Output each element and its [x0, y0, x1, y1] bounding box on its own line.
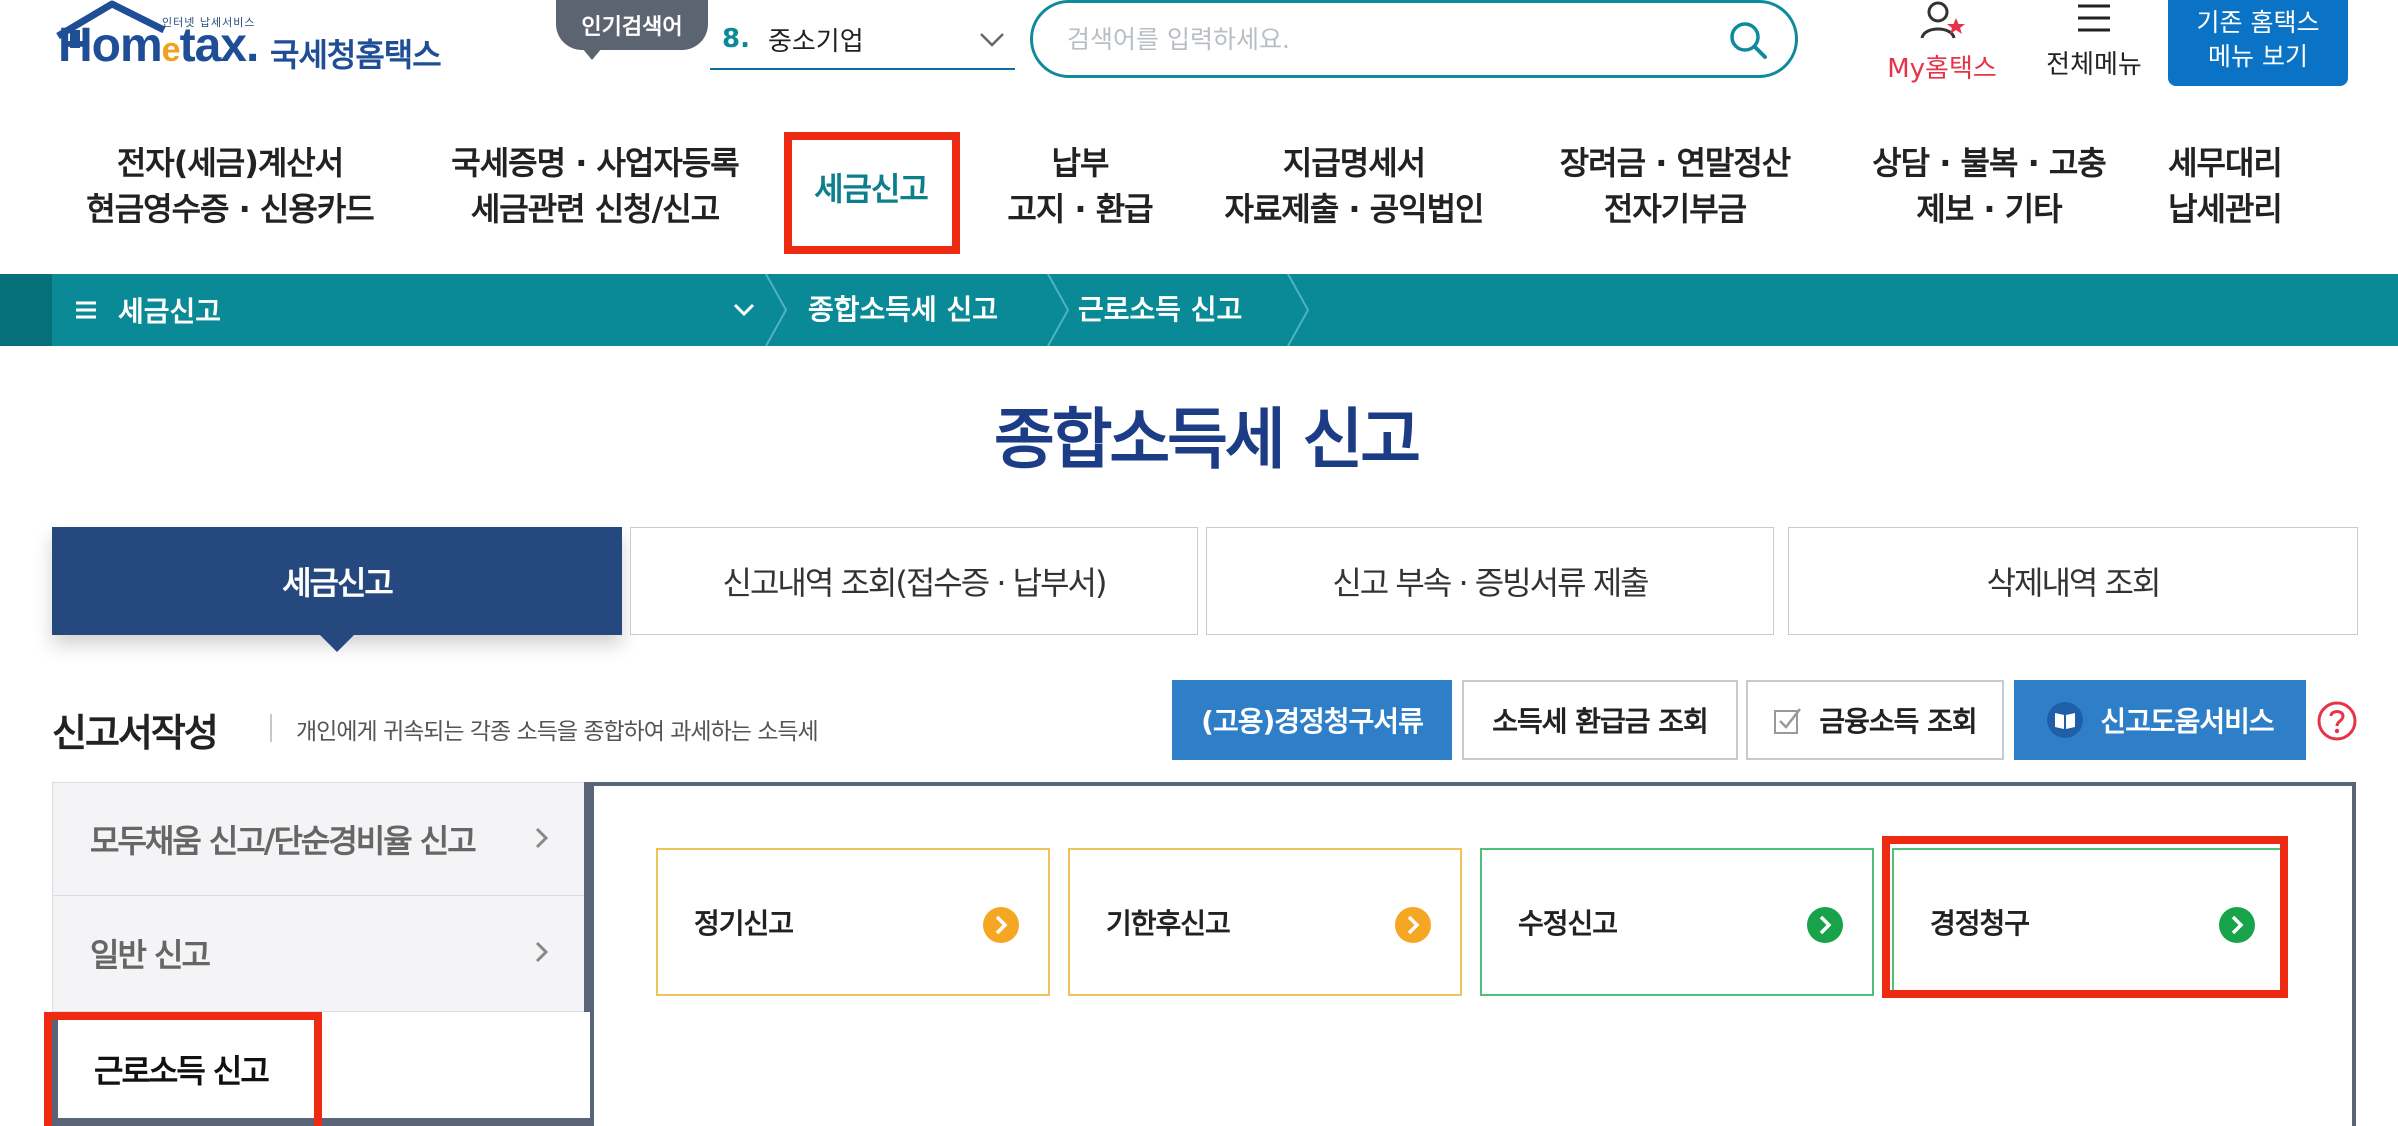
all-menu-label: 전체메뉴	[2046, 50, 2142, 80]
card-regular-filing[interactable]: 정기신고	[656, 848, 1050, 996]
my-hometax-label: My홈택스	[1887, 54, 1997, 84]
gnb-tax-agent[interactable]: 세무대리 납세관리	[2150, 140, 2300, 232]
popular-keyword-text: 중소기업	[767, 26, 864, 57]
financial-income-label: 금융소득 조회	[1819, 705, 1977, 738]
popular-keyword-rank: 8.	[722, 24, 750, 54]
all-menu-button[interactable]: 전체메뉴	[2024, 0, 2164, 81]
breadcrumb: 세금신고 종합소득세 신고 근로소득 신고	[0, 274, 2398, 346]
left-menu-label: 일반 신고	[90, 936, 211, 974]
card-late-filing[interactable]: 기한후신고	[1068, 848, 1462, 996]
card-label: 정기신고	[694, 907, 794, 940]
breadcrumb-separator-icon	[765, 274, 788, 346]
breadcrumb-menu-select[interactable]: 세금신고	[76, 274, 756, 346]
gnb-line2: 제보 · 기타	[1916, 190, 2062, 228]
card-label: 경정청구	[1930, 907, 2030, 940]
gnb-line1: 납부	[1051, 144, 1110, 182]
legacy-button-line2: 메뉴 보기	[2208, 42, 2308, 71]
breadcrumb-level1[interactable]: 종합소득세 신고	[808, 274, 998, 346]
search-input[interactable]	[1067, 17, 1707, 61]
left-menu-item-general-filing[interactable]: 일반 신고	[52, 896, 590, 1010]
gnb-line1: 상담 · 불복 · 고충	[1872, 144, 2107, 182]
chevron-down-icon	[980, 33, 1004, 47]
checkbox-icon	[1773, 705, 1803, 735]
claim-documents-label: (고용)경정청구서류	[1201, 705, 1424, 738]
chevron-right-icon	[535, 941, 549, 963]
breadcrumb-separator-icon	[1287, 274, 1310, 346]
card-label: 기한후신고	[1106, 907, 1231, 940]
chevron-down-icon	[733, 303, 755, 317]
arrow-right-circle-icon	[1395, 907, 1431, 943]
arrow-right-circle-icon	[983, 907, 1019, 943]
filing-help-service-button[interactable]: 신고도움서비스	[2014, 680, 2306, 760]
filing-help-service-label: 신고도움서비스	[2100, 705, 2274, 738]
gnb-line1: 장려금 · 연말정산	[1559, 144, 1792, 182]
page-title: 종합소득세 신고	[993, 401, 1421, 478]
gnb-line2: 납세관리	[2168, 190, 2283, 228]
gnb-line2: 고지 · 환급	[1007, 190, 1153, 228]
hometax-logo[interactable]: 인터넷 납세서비스 Hometax. 국세청홈택스	[52, 0, 452, 90]
refund-inquiry-button[interactable]: 소득세 환급금 조회	[1462, 680, 1738, 760]
breadcrumb-level2[interactable]: 근로소득 신고	[1078, 274, 1242, 346]
legacy-hometax-menu-button[interactable]: 기존 홈택스 메뉴 보기	[2168, 0, 2348, 86]
tab-attachment-submit[interactable]: 신고 부속 · 증빙서류 제출	[1206, 527, 1774, 635]
gnb-line1: 세금신고	[814, 170, 929, 208]
card-correction-claim[interactable]: 경정청구	[1892, 848, 2286, 996]
card-label: 수정신고	[1518, 907, 1618, 940]
tab-tax-filing[interactable]: 세금신고	[52, 527, 622, 652]
search-icon[interactable]	[1727, 19, 1769, 61]
claim-documents-button[interactable]: (고용)경정청구서류	[1172, 680, 1452, 760]
question-help-icon[interactable]	[2316, 700, 2358, 742]
tab-filing-history[interactable]: 신고내역 조회(접수증 · 납부서)	[630, 527, 1198, 635]
breadcrumb-lead	[0, 274, 52, 346]
logo-wordmark: Hometax.	[58, 19, 259, 72]
logo-korean-name: 국세청홈택스	[270, 36, 442, 74]
financial-income-button[interactable]: 금융소득 조회	[1746, 680, 2004, 760]
section-description: 개인에게 귀속되는 각종 소득을 종합하여 과세하는 소득세	[296, 719, 819, 745]
gnb-line1: 국세증명 · 사업자등록	[451, 144, 739, 182]
left-menu-label: 모두채움 신고/단순경비율 신고	[90, 822, 477, 860]
popular-keywords-badge: 인기검색어	[556, 0, 708, 60]
section-title: 신고서작성	[52, 711, 219, 755]
gnb-line1: 지급명세서	[1282, 144, 1426, 182]
gnb-e-invoice[interactable]: 전자(세금)계산서 현금영수증 · 신용카드	[60, 140, 400, 232]
gnb-payment-statement[interactable]: 지급명세서 자료제출 · 공익법인	[1214, 140, 1494, 232]
gnb-consultation[interactable]: 상담 · 불복 · 고충 제보 · 기타	[1854, 140, 2124, 232]
breadcrumb-separator-icon	[1047, 274, 1070, 346]
user-star-icon	[1920, 1, 1965, 39]
gnb-line1: 전자(세금)계산서	[116, 144, 344, 182]
popular-keyword-select[interactable]: 8. 중소기업	[710, 10, 1015, 70]
book-icon	[2046, 701, 2084, 739]
legacy-button-line1: 기존 홈택스	[2196, 8, 2320, 37]
gnb-line1: 세무대리	[2168, 144, 2283, 182]
gnb-line2: 세금관련 신청/신고	[470, 190, 720, 228]
arrow-right-circle-icon	[2219, 907, 2255, 943]
left-menu-label: 근로소득 신고	[94, 1052, 270, 1090]
refund-inquiry-label: 소득세 환급금 조회	[1492, 705, 1709, 738]
tab-deleted-history[interactable]: 삭제내역 조회	[1788, 527, 2358, 635]
gnb-incentive-year-end[interactable]: 장려금 · 연말정산 전자기부금	[1540, 140, 1810, 232]
gnb-line2: 전자기부금	[1603, 190, 1747, 228]
my-hometax-link[interactable]: My홈택스	[1872, 0, 2012, 85]
section-divider	[270, 714, 272, 742]
arrow-right-circle-icon	[1807, 907, 1843, 943]
search-bar	[1030, 0, 1798, 78]
gnb-line2: 자료제출 · 공익법인	[1224, 190, 1485, 228]
gnb-line2: 현금영수증 · 신용카드	[86, 190, 374, 228]
breadcrumb-home-label: 세금신고	[118, 295, 222, 328]
left-menu-bottom-edge	[52, 1118, 590, 1126]
left-menu-item-earned-income-filing[interactable]: 근로소득 신고	[52, 1012, 590, 1126]
gnb-tax-filing[interactable]: 세금신고	[784, 136, 958, 242]
list-menu-icon	[76, 301, 96, 319]
gnb-payment[interactable]: 납부 고지 · 환급	[990, 140, 1170, 232]
hamburger-menu-icon	[2078, 4, 2110, 32]
gnb-certificate-registration[interactable]: 국세증명 · 사업자등록 세금관련 신청/신고	[440, 140, 750, 232]
left-menu-item-simple-filing[interactable]: 모두채움 신고/단순경비율 신고	[52, 782, 590, 896]
chevron-right-icon	[535, 827, 549, 849]
card-amended-filing[interactable]: 수정신고	[1480, 848, 1874, 996]
